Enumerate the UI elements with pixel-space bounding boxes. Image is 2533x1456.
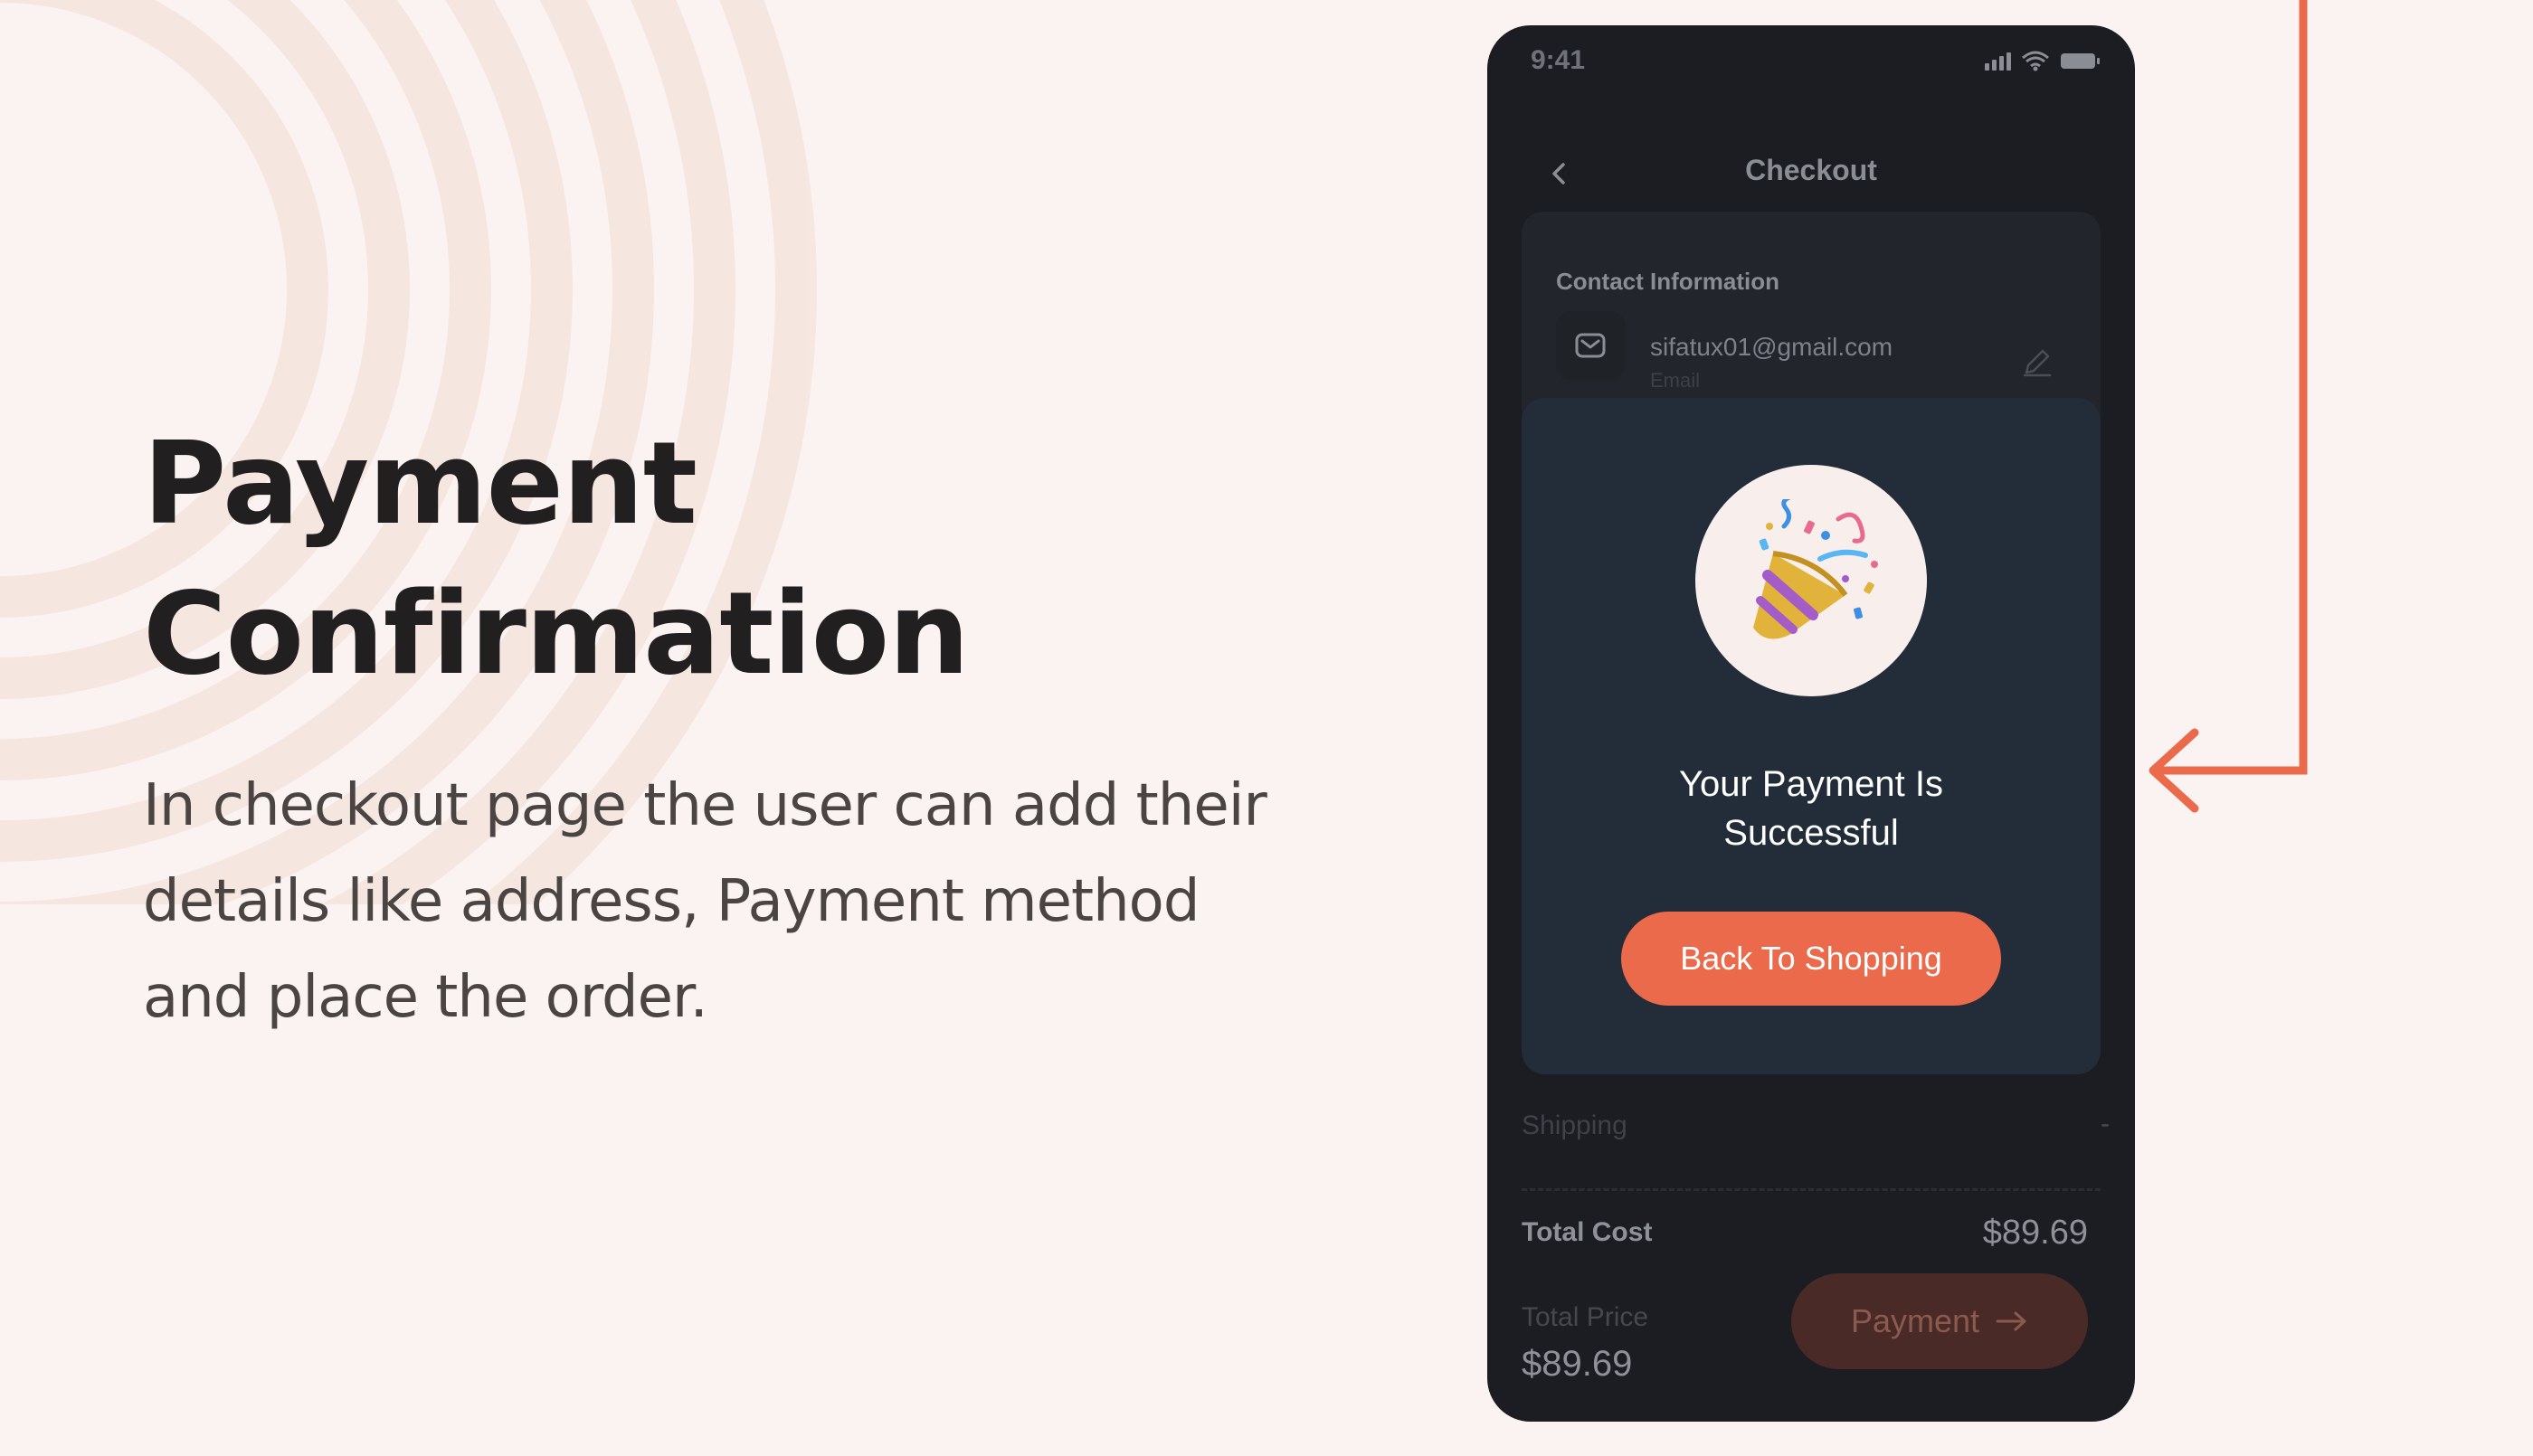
arrow-right-icon	[1996, 1311, 2026, 1331]
back-to-shopping-button[interactable]: Back To Shopping	[1621, 912, 2001, 1006]
success-message-line-1: Your Payment Is	[1678, 764, 1943, 804]
email-label: Email	[1650, 369, 1701, 392]
party-popper-icon	[1753, 499, 1878, 639]
contact-section-title: Contact Information	[1556, 268, 1779, 295]
email-value: sifatux01@gmail.com	[1650, 333, 1893, 361]
total-price-label: Total Price	[1522, 1302, 1649, 1332]
shipping-value: -	[2101, 1109, 2110, 1139]
success-message-line-2: Successful	[1723, 813, 1899, 853]
payment-success-modal: Your Payment Is Successful Back To Shopp…	[1522, 398, 2101, 1074]
status-icons	[1985, 51, 2100, 71]
summary-divider	[1522, 1188, 2101, 1191]
title-line-1: Payment	[143, 417, 697, 550]
phone-mockup: 9:41 Checkout Contact Information sifatu…	[1487, 25, 2135, 1422]
pencil-icon[interactable]	[2021, 345, 2054, 378]
status-bar: 9:41	[1487, 25, 2135, 98]
mail-icon	[1575, 333, 1606, 358]
page-title: Payment Confirmation	[143, 409, 970, 709]
payment-button-label: Payment	[1850, 1302, 1980, 1339]
status-time: 9:41	[1531, 45, 1586, 75]
title-line-2: Confirmation	[143, 567, 970, 700]
arrow-icon	[2149, 0, 2308, 813]
success-message: Your Payment Is Successful	[1522, 760, 2101, 857]
celebration-badge	[1695, 465, 1927, 696]
shipping-label: Shipping	[1522, 1111, 1627, 1140]
payment-button[interactable]: Payment	[1791, 1273, 2088, 1369]
total-cost-value: $89.69	[1982, 1214, 2088, 1252]
page-description: In checkout page the user can add their …	[143, 772, 1267, 1031]
mail-icon-box	[1556, 311, 1625, 380]
total-price-value: $89.69	[1522, 1344, 1633, 1384]
nav-title: Checkout	[1745, 154, 1877, 186]
nav-bar: Checkout	[1487, 134, 2135, 215]
total-cost-label: Total Cost	[1522, 1217, 1653, 1247]
